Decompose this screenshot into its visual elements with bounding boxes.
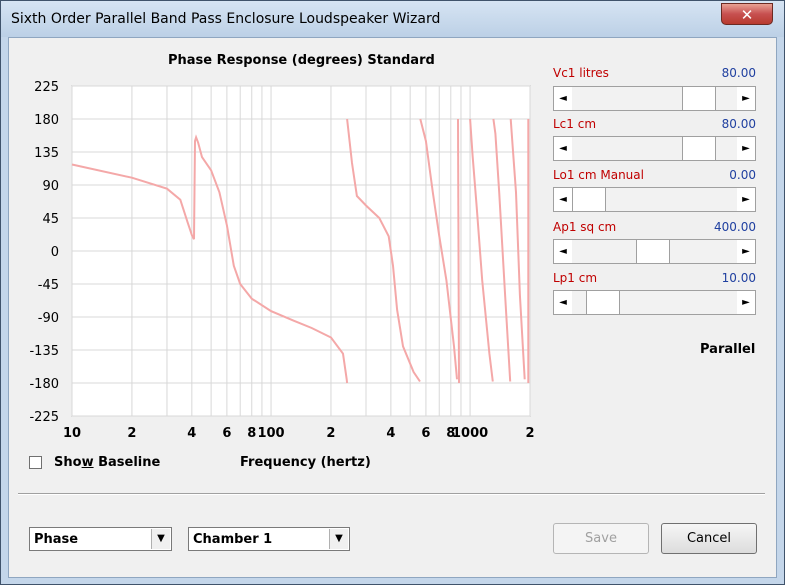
x-axis-labels: 10 2 4 6 8 100 2 4 6 81000 2 [63, 426, 535, 441]
separator-line [18, 493, 765, 495]
chamber-select[interactable]: Chamber 1 ▼ [188, 527, 350, 551]
scroll-left-icon[interactable]: ◄ [554, 137, 572, 160]
scroll-thumb[interactable] [572, 188, 606, 211]
y-tick-label: -180 [29, 377, 59, 392]
param-label: Ap1 sq cm [553, 220, 617, 234]
x-tick-label: 6 [222, 426, 231, 441]
scroll-left-icon[interactable]: ◄ [554, 87, 572, 110]
chamber-value: Chamber 1 [193, 532, 273, 547]
y-axis-labels: 225 180 135 90 45 0 -45 -90 -135 -180 -225 [29, 80, 59, 425]
chevron-down-icon[interactable]: ▼ [329, 529, 348, 549]
x-tick-label: 2 [525, 426, 534, 441]
y-tick-label: 135 [34, 146, 59, 161]
show-baseline-label[interactable]: Show Baseline [54, 455, 160, 470]
param-value: 80.00 [721, 66, 756, 80]
x-tick-label: 6 [421, 426, 430, 441]
param-value: 400.00 [714, 220, 756, 234]
x-tick-label: 4 [386, 426, 395, 441]
scroll-thumb[interactable] [636, 240, 671, 263]
chevron-down-icon[interactable]: ▼ [151, 529, 170, 549]
x-tick-label: 2 [326, 426, 335, 441]
scroll-right-icon[interactable]: ► [737, 188, 755, 211]
y-tick-label: -225 [29, 410, 59, 425]
y-tick-label: 225 [34, 80, 59, 95]
y-tick-label: -135 [29, 344, 59, 359]
y-tick-label: -45 [38, 278, 59, 293]
param-scrollbar[interactable]: ◄ ► [553, 290, 756, 315]
scroll-thumb[interactable] [682, 87, 717, 110]
param-scrollbar[interactable]: ◄ ► [553, 86, 756, 111]
y-tick-label: -90 [38, 311, 59, 326]
param-label: Vc1 litres [553, 66, 609, 80]
mode-label: Parallel [700, 342, 756, 357]
param-scrollbar[interactable]: ◄ ► [553, 239, 756, 264]
param-label: Lo1 cm Manual [553, 168, 644, 182]
param-value: 0.00 [729, 168, 756, 182]
display-type-value: Phase [34, 532, 79, 547]
param-label: Lc1 cm [553, 117, 597, 131]
scroll-right-icon[interactable]: ► [737, 137, 755, 160]
x-tick-label: 10 [63, 426, 81, 441]
scroll-left-icon[interactable]: ◄ [554, 291, 572, 314]
display-type-select[interactable]: Phase ▼ [29, 527, 172, 551]
x-tick-label: 1000 [452, 426, 488, 441]
scroll-thumb[interactable] [682, 137, 717, 160]
phase-line-segment [457, 118, 460, 384]
show-baseline-checkbox[interactable] [29, 456, 42, 469]
y-tick-label: 180 [34, 113, 59, 128]
y-tick-label: 90 [42, 179, 59, 194]
y-tick-label: 0 [51, 245, 59, 260]
scroll-left-icon[interactable]: ◄ [554, 240, 572, 263]
x-tick-label: 100 [257, 426, 284, 441]
scroll-right-icon[interactable]: ► [737, 240, 755, 263]
scroll-left-icon[interactable]: ◄ [554, 188, 572, 211]
param-value: 80.00 [721, 117, 756, 131]
scroll-right-icon[interactable]: ► [737, 291, 755, 314]
param-value: 10.00 [721, 271, 756, 285]
scroll-thumb[interactable] [586, 291, 621, 314]
x-tick-label: 8 [247, 426, 256, 441]
x-axis-title: Frequency (hertz) [240, 455, 371, 470]
x-tick-label: 4 [187, 426, 196, 441]
cancel-button[interactable]: Cancel [661, 523, 757, 554]
param-scrollbar[interactable]: ◄ ► [553, 187, 756, 212]
y-tick-label: 45 [42, 212, 59, 227]
param-label: Lp1 cm [553, 271, 598, 285]
param-scrollbar[interactable]: ◄ ► [553, 136, 756, 161]
save-button[interactable]: Save [553, 523, 649, 554]
x-tick-label: 2 [127, 426, 136, 441]
scroll-right-icon[interactable]: ► [737, 87, 755, 110]
